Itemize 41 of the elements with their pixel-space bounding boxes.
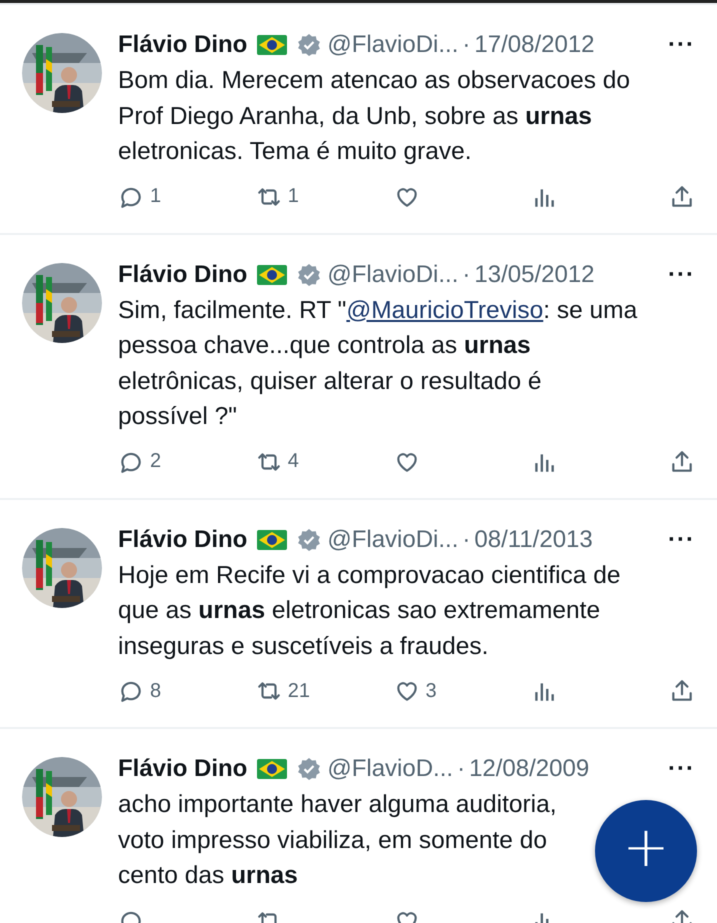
author-handle[interactable]: @FlavioDi... [327, 256, 458, 292]
more-options-button[interactable]: ··· [668, 256, 697, 292]
action-count: 4 [288, 450, 299, 473]
verified-badge-icon [297, 528, 322, 552]
more-options-button[interactable]: ··· [668, 522, 697, 558]
tweet-date[interactable]: 08/11/2013 [474, 522, 593, 558]
more-options-button[interactable]: ··· [668, 27, 697, 63]
mention-link[interactable]: @MauricioTreviso [346, 296, 544, 324]
author-handle[interactable]: @FlavioDi... [327, 522, 458, 558]
author-name[interactable]: Flávio Dino [118, 27, 248, 63]
tweet-text: Hoje em Recife vi a comprovacao cientifica de que as urnas eletronicas sao extremamente inseguras e suscetíveis a fraudes. [118, 560, 620, 662]
flag-icon [257, 530, 288, 550]
compose-button[interactable]: + [595, 800, 697, 902]
action-count: 3 [426, 680, 437, 702]
author-name[interactable]: Flávio Dino [118, 522, 248, 558]
author-handle[interactable]: @FlavioDi... [327, 27, 458, 63]
action-count: 2 [150, 450, 162, 473]
author-handle[interactable]: @FlavioD... [327, 751, 454, 787]
tweet-date[interactable]: 17/08/2012 [474, 27, 595, 63]
verified-badge-icon [297, 33, 322, 57]
tweet-text: Bom dia. Merecem atencao as observacoes do Prof Diego Aranha, da Unb, sobre as urnas eletronicas. Tema é muito grave. [118, 66, 630, 167]
action-count: 21 [288, 680, 310, 702]
separator-dot: · [462, 30, 470, 60]
verified-badge-icon [297, 757, 322, 781]
author-name[interactable]: Flávio Dino [118, 256, 248, 292]
verified-badge-icon [297, 262, 322, 286]
tweet-text: acho importante haver alguma auditoria, voto impresso viabiliza, em somente do cento das urnas [118, 790, 557, 891]
flag-icon [257, 35, 288, 55]
tweet-date[interactable]: 13/05/2012 [474, 256, 595, 292]
action-count: 1 [288, 185, 299, 208]
tweet-text: Sim, facilmente. RT "@MauricioTreviso: se uma pessoa chave...que controla as urnas eletrônicas, quiser alterar o resultado é possível ?" [118, 296, 638, 432]
tweet-date[interactable]: 12/08/2009 [469, 751, 590, 787]
separator-dot: · [462, 260, 470, 290]
separator-dot: · [457, 754, 466, 784]
flag-icon [257, 264, 288, 284]
more-options-button[interactable]: ··· [668, 751, 697, 787]
separator-dot: · [462, 524, 470, 554]
action-count: 8 [150, 680, 162, 702]
author-name[interactable]: Flávio Dino [118, 751, 248, 787]
flag-icon [257, 759, 288, 779]
action-count: 1 [150, 185, 162, 208]
